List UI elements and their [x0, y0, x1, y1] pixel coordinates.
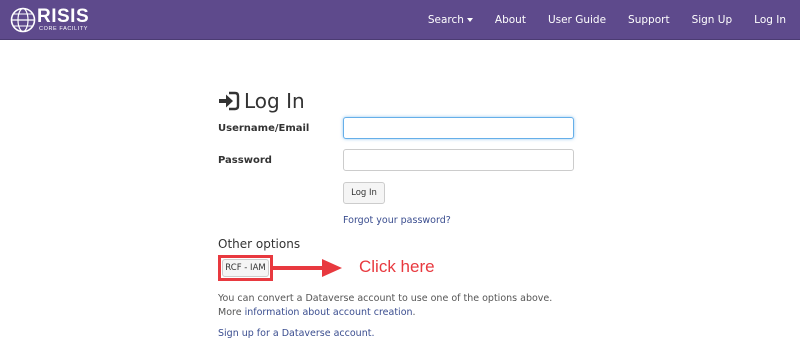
sign-in-icon [219, 91, 240, 111]
brand-subtitle: CORE FACILITY [39, 26, 89, 33]
page-title: Log In [218, 89, 305, 113]
annotation-highlight-box [218, 255, 273, 281]
password-field[interactable] [343, 149, 574, 171]
brand-name: RISIS [37, 6, 90, 28]
brand-logo[interactable]: RISIS CORE FACILITY [10, 6, 89, 34]
annotation-arrow-icon [322, 259, 342, 277]
annotation-label: Click here [359, 257, 435, 276]
caret-down-icon [466, 18, 473, 22]
username-label: Username/Email [218, 123, 310, 134]
log-in-button[interactable]: Log In [343, 182, 385, 204]
page-title-text: Log In [244, 89, 305, 113]
nav-search-label: Search [427, 14, 464, 26]
nav-log-in[interactable]: Log In [754, 14, 786, 26]
nav-support[interactable]: Support [628, 14, 670, 26]
nav-search[interactable]: Search [428, 14, 473, 26]
other-options-heading: Other options [218, 237, 301, 251]
username-field[interactable] [343, 117, 574, 139]
nav-sign-up[interactable]: Sign Up [692, 14, 733, 26]
forgot-password-link[interactable]: Forgot your password? [343, 215, 451, 226]
account-info-text: You can convert a Dataverse account to u… [218, 292, 578, 320]
globe-icon [10, 7, 36, 33]
nav-user-guide[interactable]: User Guide [548, 14, 606, 26]
password-label: Password [218, 155, 272, 166]
signup-dataverse-link[interactable]: Sign up for a Dataverse account. [218, 328, 374, 339]
annotation-arrow-line [273, 266, 325, 270]
nav-links: Search About User Guide Support Sign Up … [406, 0, 786, 40]
nav-about[interactable]: About [495, 14, 526, 26]
account-creation-link[interactable]: information about account creation [245, 307, 413, 318]
navbar: RISIS CORE FACILITY Search About User Gu… [0, 0, 800, 40]
account-info-suffix: . [412, 307, 416, 318]
